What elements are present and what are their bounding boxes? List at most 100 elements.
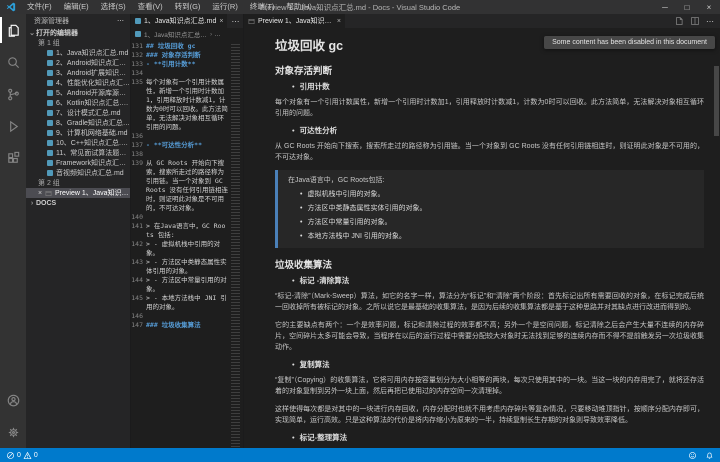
menu-go[interactable]: 转到(G) [169, 0, 207, 14]
preview-list-item: •复制算法 [292, 360, 704, 370]
open-editor-item[interactable]: Framework知识点汇总.md [26, 158, 130, 168]
open-source-icon[interactable] [674, 16, 684, 26]
close-icon[interactable]: × [36, 190, 44, 197]
title-bar: 文件(F) 编辑(E) 选择(S) 查看(V) 转到(G) 运行(R) 终端(T… [0, 0, 720, 14]
sidebar-more-actions[interactable]: ⋯ [117, 17, 125, 25]
code-line[interactable]: 147### 垃圾收集算法 [131, 321, 230, 330]
code-editor[interactable]: 131## 垃圾回收 gc 132### 对象存活判断 133- **引用计数*… [131, 40, 243, 448]
search-icon[interactable] [0, 46, 26, 78]
preview-list-item: •本地方法栈中 JNI 引用的对象。 [300, 232, 694, 242]
vscode-window: 文件(F) 编辑(E) 选择(S) 查看(V) 转到(G) 运行(R) 终端(T… [0, 0, 720, 462]
open-editor-item[interactable]: 9、计算机网络基础.md [26, 128, 130, 138]
close-icon[interactable]: × [337, 18, 341, 25]
preview-paragraph: “标记-清除”（Mark-Sweep）算法，如它的名字一样，算法分为“标记”和“… [275, 291, 704, 313]
open-editor-item[interactable]: 2、Android知识点汇总.md [26, 58, 130, 68]
preview-icon [248, 18, 255, 25]
preview-paragraph: 它的主要缺点有两个：一个是效率问题，标记和清除过程的效率都不高；另外一个是空间问… [275, 320, 704, 353]
code-line[interactable]: 134 [131, 69, 230, 78]
open-editor-item[interactable]: 4、性能优化知识点汇总.md [26, 78, 130, 88]
feedback-icon[interactable] [688, 451, 697, 460]
minimap[interactable] [230, 40, 243, 448]
sidebar-title: 资源管理器 [34, 16, 69, 26]
settings-gear-icon[interactable] [0, 416, 26, 448]
preview-paragraph: “复制”（Copying）的收集算法，它将可用内存按容量划分为大小相等的两块，每… [275, 375, 704, 397]
chevron-down-icon: ⌄ [28, 29, 36, 37]
explorer-icon[interactable] [0, 14, 26, 46]
markdown-preview[interactable]: 垃圾回收 gc 对象存活判断 •引用计数 每个对象有一个引用计数属性，新增一个引… [244, 28, 720, 448]
code-line[interactable]: 137- **可达性分析** [131, 141, 230, 150]
code-line[interactable]: 138 [131, 150, 230, 159]
code-line[interactable]: 131## 垃圾回收 gc [131, 42, 230, 51]
markdown-file-icon [47, 80, 53, 86]
open-editor-item[interactable]: 1、Java知识点汇总.md [26, 48, 130, 58]
preview-list-item: •标记 -清除算法 [292, 276, 704, 286]
tab-java-md[interactable]: 1、Java知识点汇总.md × [131, 14, 227, 28]
preview-list-item: •标记-整理算法 [292, 433, 704, 443]
code-line[interactable]: 136 [131, 132, 230, 141]
preview-paragraph: 在Java语言中，GC Roots包括: [288, 175, 694, 186]
bullet-icon: • [300, 218, 302, 228]
open-editor-item[interactable]: 7、设计模式汇总.md [26, 108, 130, 118]
code-line[interactable]: 143> - 方法区中类静态属性实体引用的对象。 [131, 258, 230, 276]
account-icon[interactable] [0, 384, 26, 416]
run-debug-icon[interactable] [0, 110, 26, 142]
open-editor-item[interactable]: 8、Gradle知识点汇总.md [26, 118, 130, 128]
split-editor-icon[interactable] [690, 16, 700, 26]
menu-run[interactable]: 运行(R) [206, 0, 243, 14]
bullet-icon: • [292, 126, 295, 136]
open-editor-item[interactable]: 10、C++知识点汇总.md [26, 138, 130, 148]
code-line[interactable]: 133- **引用计数** [131, 60, 230, 69]
preview-actions: ⋯ [668, 14, 720, 28]
bullet-icon: • [292, 82, 295, 92]
extensions-icon[interactable] [0, 142, 26, 174]
code-line[interactable]: 141> 在Java语言中，GC Roots 包括: [131, 222, 230, 240]
open-editor-item[interactable]: 音视频知识点汇总.md [26, 168, 130, 178]
code-line[interactable]: 135每个对象有一个引用计数属性，新增一个引用时计数加1，引用释放时计数减1，计… [131, 78, 230, 132]
code-lines[interactable]: 131## 垃圾回收 gc 132### 对象存活判断 133- **引用计数*… [131, 40, 230, 448]
more-actions-icon[interactable]: ⋯ [706, 17, 714, 26]
menu-selection[interactable]: 选择(S) [95, 0, 132, 14]
open-editor-item[interactable]: 11、常见面试算法题汇总.md [26, 148, 130, 158]
preview-paragraph: 这样使得每次都是对其中的一块进行内存回收，内存分配时也就不用考虑内存碎片等复杂情… [275, 404, 704, 426]
preview-list-item: •方法区中常量引用的对象。 [300, 218, 694, 228]
code-line[interactable]: 142> - 虚拟机栈中引用的对象。 [131, 240, 230, 258]
tab-preview-java-md[interactable]: Preview 1、Java知识点汇总.md × [244, 14, 345, 28]
window-title: Preview 1、Java知识点汇总.md - Docs - Visual S… [260, 2, 460, 13]
markdown-file-icon [135, 31, 141, 37]
close-button[interactable]: × [698, 0, 720, 14]
preview-list-item: •可达性分析 [292, 126, 704, 136]
problems-indicator[interactable]: 0 0 [6, 451, 38, 460]
window-controls: ─ □ × [654, 0, 720, 14]
close-icon[interactable]: × [219, 18, 223, 25]
maximize-button[interactable]: □ [676, 0, 698, 14]
bullet-icon: • [292, 360, 295, 370]
menu-edit[interactable]: 编辑(E) [58, 0, 95, 14]
warning-icon [23, 451, 32, 460]
more-actions-icon[interactable]: ⋯ [231, 17, 239, 26]
open-editor-item[interactable]: 6、Kotlin知识点汇总.md [26, 98, 130, 108]
markdown-file-icon [47, 130, 53, 136]
code-line[interactable]: 146 [131, 312, 230, 321]
preview-list-item: •方法区中类静态属性实体引用的对象。 [300, 204, 694, 214]
open-editor-item[interactable]: 3、Android扩展知识点.md [26, 68, 130, 78]
breadcrumb[interactable]: 1、Java知识点汇总.md › … [131, 28, 243, 40]
folder-section-docs[interactable]: › DOCS [26, 198, 130, 208]
open-editor-item[interactable]: 5、Android开源库源码分析.md [26, 88, 130, 98]
code-line[interactable]: 139从 GC Roots 开始向下搜索，搜索所走过的路径称为引用链。当一个对象… [131, 159, 230, 213]
source-control-icon[interactable] [0, 78, 26, 110]
open-editor-item-preview[interactable]: × Preview 1、Java知识点汇总.md [26, 188, 130, 198]
scrollbar-thumb[interactable] [714, 66, 719, 136]
code-line[interactable]: 144> - 方法区中常量引用的对象。 [131, 276, 230, 294]
open-editors-section[interactable]: ⌄ 打开的编辑器 [26, 28, 130, 38]
notifications-bell-icon[interactable] [705, 451, 714, 460]
explorer-sidebar: 资源管理器 ⋯ ⌄ 打开的编辑器 第 1 组 1、Java知识点汇总.md 2、… [26, 14, 131, 448]
code-line[interactable]: 132### 对象存活判断 [131, 51, 230, 60]
markdown-file-icon [47, 60, 53, 66]
code-line[interactable]: 140 [131, 213, 230, 222]
editor-tab-bar: 1、Java知识点汇总.md × ⋯ [131, 14, 243, 28]
bullet-icon: • [292, 433, 295, 443]
menu-file[interactable]: 文件(F) [21, 0, 58, 14]
minimize-button[interactable]: ─ [654, 0, 676, 14]
menu-view[interactable]: 查看(V) [132, 0, 169, 14]
code-line[interactable]: 145> - 本地方法栈中 JNI 引用的对象。 [131, 294, 230, 312]
